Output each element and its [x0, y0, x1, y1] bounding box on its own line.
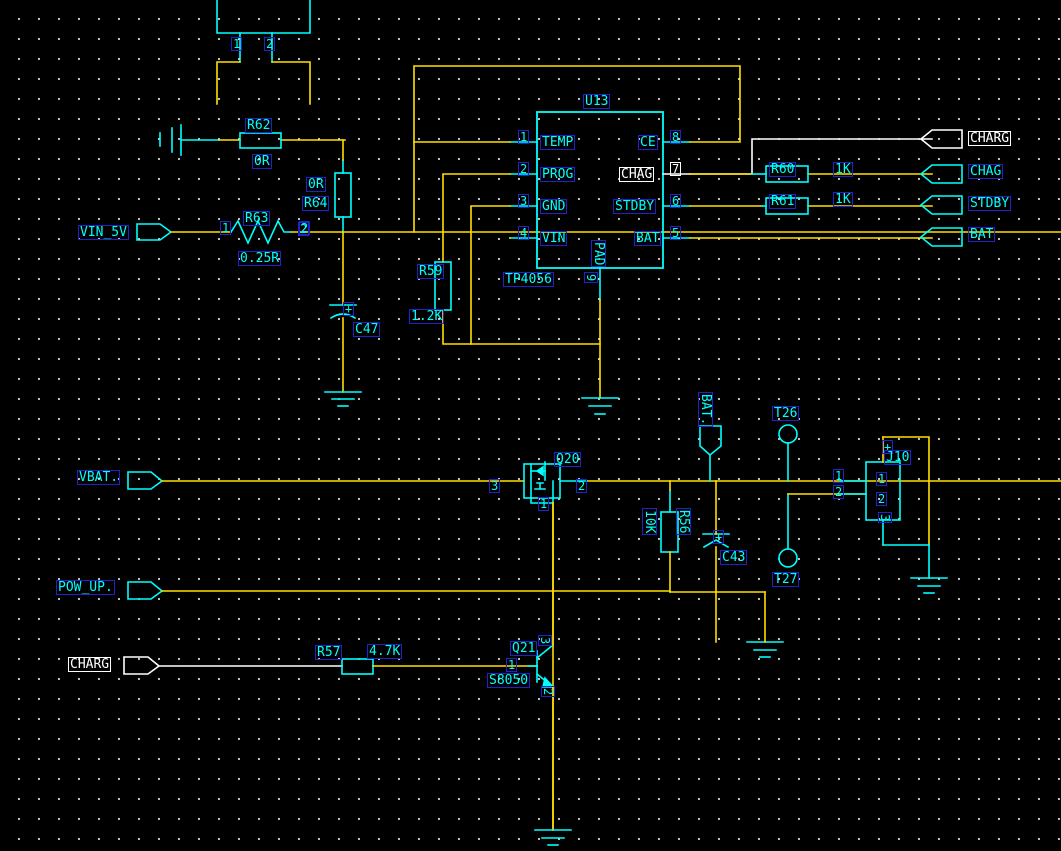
pin-number-8: 8	[670, 130, 682, 144]
net-ce	[413, 65, 741, 233]
component-value-r56[interactable]: 10K	[642, 508, 657, 536]
pin-name-pad: PAD	[591, 240, 606, 268]
pin-number-3: 3	[518, 194, 530, 208]
pin-name-prog: PROG	[540, 167, 576, 182]
port-label-powup[interactable]: POW_UP.	[56, 580, 115, 595]
pin-number-top-1: 1	[231, 37, 243, 51]
component-label-q21[interactable]: Q21	[510, 641, 538, 656]
ic-part-tp4056[interactable]: TP4056	[503, 272, 554, 287]
component-label-r64[interactable]: R64	[302, 196, 330, 211]
pin-number-q20-3: 3	[489, 479, 501, 493]
pin-number-j10-1a: 1	[833, 469, 845, 483]
component-value-r60[interactable]: 1K	[833, 162, 853, 177]
pin-number-9: 9	[584, 272, 598, 284]
port-vbat-shape	[127, 471, 164, 490]
component-label-t26[interactable]: T26	[772, 406, 800, 421]
schematic-canvas[interactable]: 1 2 R62 0R VIN_5V 1 2 R63 0.25R 0R R64 2…	[0, 0, 1061, 851]
pin-number-top-2: 2	[264, 37, 276, 51]
port-bat-shape	[919, 227, 963, 247]
component-value-r64[interactable]: 0R	[306, 177, 326, 192]
component-label-j10[interactable]: J10	[884, 450, 912, 465]
pin-number-q20-2: 2	[576, 479, 588, 493]
port-label-vbat[interactable]: VBAT.	[77, 470, 121, 485]
pin-number-q20-1: 1	[538, 497, 550, 511]
u13-pin-stubs-right	[662, 141, 691, 239]
component-value-r59[interactable]: 1.2K	[409, 309, 445, 324]
pin-number-2: 2	[518, 162, 530, 176]
gnd-c43	[746, 641, 784, 658]
top-partial-component	[216, 0, 311, 63]
pin-name-vin: VIN	[540, 231, 568, 246]
component-label-q20[interactable]: Q20	[554, 452, 582, 467]
j10-body	[839, 461, 901, 546]
component-label-r59[interactable]: R59	[417, 264, 445, 279]
component-label-c47[interactable]: C47	[353, 322, 381, 337]
r64-body	[334, 159, 352, 233]
port-label-chag[interactable]: CHAG	[968, 164, 1004, 179]
port-label-charg-right[interactable]: CHARG	[968, 131, 1012, 146]
schematic-drawing	[123, 0, 1061, 846]
pin-name-chag: CHAG	[619, 167, 655, 182]
net-c43-gnd-link	[669, 591, 766, 643]
component-label-r57[interactable]: R57	[315, 645, 343, 660]
pin-name-stdby: STDBY	[613, 199, 657, 214]
u13-pin-stubs-left	[509, 141, 538, 239]
t27-body	[778, 493, 798, 568]
pin-number-q21-2: 2	[541, 686, 555, 698]
port-label-stdby[interactable]: STDBY	[968, 196, 1012, 211]
port-charg-left-shape	[123, 656, 161, 675]
pin-name-gnd: GND	[540, 199, 568, 214]
component-label-r63[interactable]: R63	[243, 211, 271, 226]
pin-number-j10-1b: 1	[876, 472, 888, 486]
pin-name-temp: TEMP	[540, 135, 576, 150]
polarity-plus-c47: +	[343, 302, 355, 316]
port-label-vin5v[interactable]: VIN_5V	[78, 225, 129, 240]
port-stdby-shape	[919, 195, 963, 215]
pin-number-1: 1	[518, 130, 530, 144]
gnd-j10	[910, 544, 948, 594]
component-label-t27[interactable]: T27	[772, 572, 800, 587]
pin-number-q21-1: 1	[506, 658, 518, 672]
gnd-c47	[324, 391, 362, 407]
component-part-q21[interactable]: S8050	[487, 673, 531, 688]
port-label-bat[interactable]: BAT	[968, 227, 996, 242]
top-bus-wires	[216, 61, 311, 105]
component-label-r56[interactable]: R56	[676, 508, 691, 536]
gnd-u13	[581, 397, 619, 415]
battery-symbol	[159, 124, 220, 156]
pin-number-j10-2b: 2	[876, 492, 888, 506]
component-label-r62[interactable]: R62	[245, 118, 273, 133]
component-value-r61[interactable]: 1K	[833, 192, 853, 207]
port-label-charg-left[interactable]: CHARG	[68, 657, 112, 672]
net-flag-label-bat[interactable]: BAT.	[698, 392, 713, 428]
pin-number-4: 4	[518, 226, 530, 240]
ic-refdes-u13[interactable]: U13	[583, 94, 611, 109]
pin-name-ce: CE	[638, 135, 658, 150]
t26-body	[778, 424, 798, 482]
pin-number-r64-2: 2	[298, 222, 310, 236]
gnd-q21	[534, 829, 572, 846]
pin-number-j10-2a: 2	[833, 485, 845, 499]
polarity-plus-c43: +	[713, 530, 725, 544]
pin-number-j10-3: 3	[878, 512, 892, 524]
component-value-r57[interactable]: 4.7K	[367, 644, 403, 659]
r62-body	[239, 132, 282, 149]
net-flag-bat-shape	[699, 425, 722, 482]
component-value-r62[interactable]: 0R	[252, 154, 272, 169]
component-value-r63[interactable]: 0.25R	[238, 251, 282, 266]
port-vin5v-shape	[136, 223, 173, 241]
component-label-r61[interactable]: R61	[769, 194, 797, 209]
pin-number-q21-3: 3	[538, 635, 552, 647]
net-charg-selected	[689, 138, 933, 175]
port-powup-shape	[127, 581, 164, 600]
r57-body	[341, 658, 374, 675]
pin-number-r63-1: 1	[220, 221, 232, 235]
pin-number-5: 5	[670, 226, 682, 240]
pin-number-7: 7	[670, 162, 682, 176]
component-label-c43[interactable]: C43	[720, 550, 748, 565]
pin-name-bat: BAT	[634, 231, 662, 246]
pin-number-6: 6	[670, 194, 682, 208]
component-label-r60[interactable]: R60	[769, 162, 797, 177]
